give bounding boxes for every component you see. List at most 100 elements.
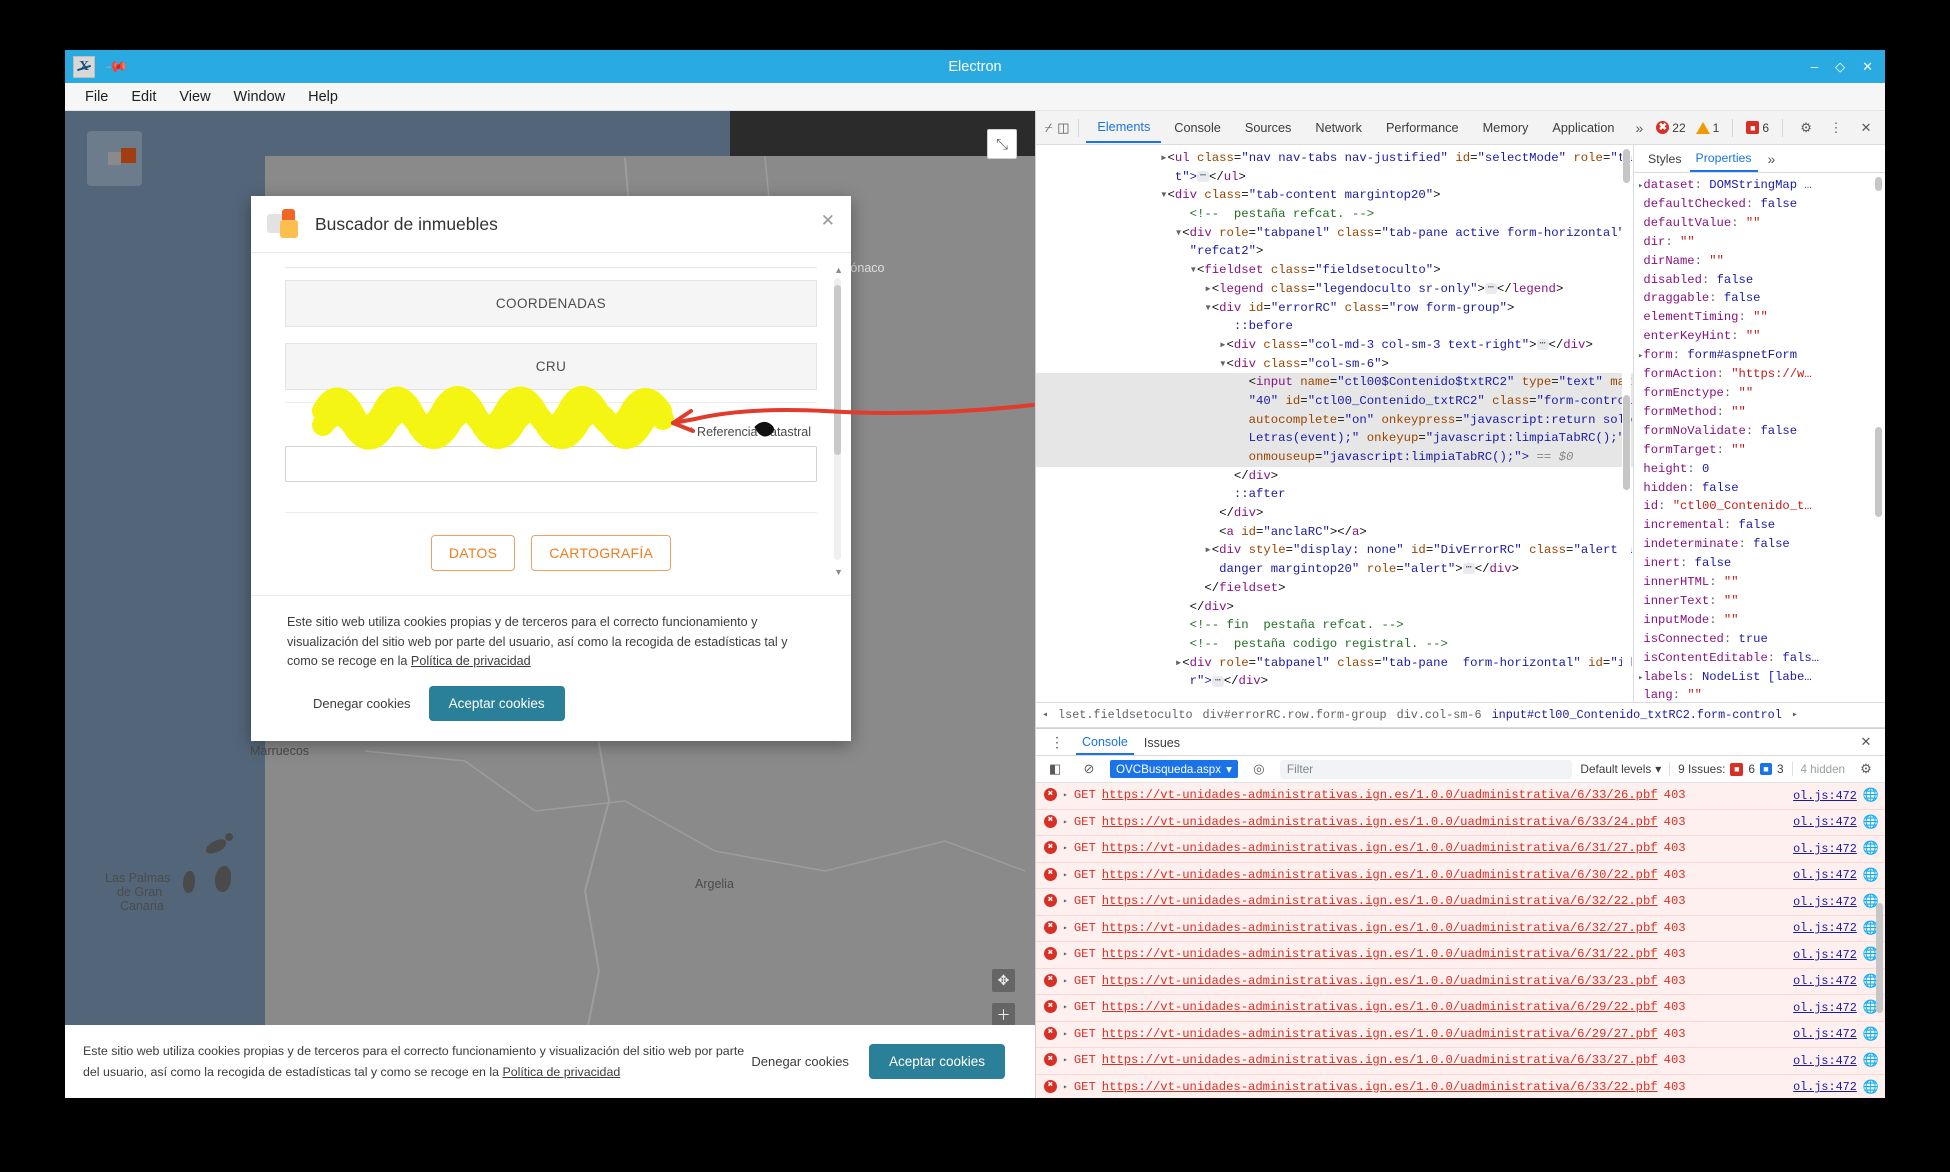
error-badge[interactable]: ✖ 22 bbox=[1653, 121, 1688, 135]
cartografia-button[interactable]: CARTOGRAFÍA bbox=[531, 535, 672, 571]
source-link[interactable]: ol.js:472 bbox=[1783, 973, 1857, 991]
property-row[interactable]: ▸isContentEditable: fals… bbox=[1638, 649, 1885, 668]
expand-triangle-icon[interactable]: ▸ bbox=[1063, 790, 1068, 802]
property-row[interactable]: ▸elementTiming: "" bbox=[1638, 308, 1885, 327]
property-row[interactable]: ▸form: form#aspnetForm bbox=[1638, 346, 1885, 365]
console-network-error[interactable]: ✖ ▸ GET https://vt-unidades-administrativas… bbox=[1036, 889, 1885, 916]
console-issues-summary[interactable]: 9 Issues: ■ 6 ■ 3 bbox=[1669, 762, 1793, 776]
console-network-error[interactable]: ✖ ▸ GET https://vt-unidades-administrativas… bbox=[1036, 942, 1885, 969]
tab-memory[interactable]: Memory bbox=[1472, 113, 1540, 142]
dom-breadcrumb[interactable]: ◂ lset.fieldsetoculto div#errorRC.row.form… bbox=[1036, 702, 1885, 728]
console-network-error[interactable]: ✖ ▸ GET https://vt-unidades-administrativas… bbox=[1036, 1048, 1885, 1075]
source-link[interactable]: ol.js:472 bbox=[1783, 867, 1857, 885]
console-network-error[interactable]: ✖ ▸ GET https://vt-unidades-administrativas… bbox=[1036, 915, 1885, 942]
gear-icon[interactable]: ⚙ bbox=[1793, 115, 1819, 141]
request-url[interactable]: https://vt-unidades-administrativas.ign.… bbox=[1102, 1025, 1658, 1043]
request-url[interactable]: https://vt-unidades-administrativas.ign.… bbox=[1102, 998, 1658, 1016]
request-url[interactable]: https://vt-unidades-administrativas.ign.… bbox=[1102, 839, 1658, 857]
property-row[interactable]: ▸enterKeyHint: "" bbox=[1638, 327, 1885, 346]
message-badge[interactable]: ■ 6 bbox=[1743, 121, 1772, 135]
dom-node-selected[interactable]: onmouseup="javascript:limpiaTabRC();"> =… bbox=[1036, 448, 1633, 467]
source-link[interactable]: ol.js:472 bbox=[1783, 1079, 1857, 1097]
console-context-selector[interactable]: OVCBusqueda.aspx ▾ bbox=[1110, 760, 1238, 778]
tab-performance[interactable]: Performance bbox=[1375, 113, 1470, 142]
source-link[interactable]: ol.js:472 bbox=[1783, 920, 1857, 938]
dom-node[interactable]: </div> bbox=[1036, 504, 1633, 523]
property-row[interactable]: ▸isConnected: true bbox=[1638, 630, 1885, 649]
property-row[interactable]: ▸innerText: "" bbox=[1638, 592, 1885, 611]
pin-icon[interactable]: 📌 bbox=[103, 54, 129, 79]
console-levels-selector[interactable]: Default levels ▾ bbox=[1580, 762, 1661, 776]
drawer-tab-console[interactable]: Console bbox=[1076, 729, 1134, 755]
expand-triangle-icon[interactable]: ▸ bbox=[1063, 1055, 1068, 1067]
source-link[interactable]: ol.js:472 bbox=[1783, 894, 1857, 912]
console-network-error[interactable]: ✖ ▸ GET https://vt-unidades-administrativas… bbox=[1036, 995, 1885, 1022]
source-link[interactable]: ol.js:472 bbox=[1783, 947, 1857, 965]
dom-node-selected[interactable]: autocomplete="on" onkeypress="javascript… bbox=[1036, 410, 1633, 430]
request-url[interactable]: https://vt-unidades-administrativas.ign.… bbox=[1102, 866, 1658, 884]
source-link[interactable]: ol.js:472 bbox=[1783, 1000, 1857, 1018]
property-row[interactable]: ▸incremental: false bbox=[1638, 516, 1885, 535]
tab-elements[interactable]: Elements bbox=[1086, 112, 1162, 143]
menu-view[interactable]: View bbox=[169, 86, 220, 108]
property-row[interactable]: ▸formAction: "https://w… bbox=[1638, 365, 1885, 384]
breadcrumb-item[interactable]: lset.fieldsetoculto bbox=[1058, 708, 1193, 722]
tab-application[interactable]: Application bbox=[1541, 113, 1625, 142]
dom-node[interactable]: ▾<div class="tab-content margintop20"> bbox=[1036, 186, 1633, 205]
network-globe-icon[interactable]: 🌐 bbox=[1863, 786, 1879, 806]
console-network-error[interactable]: ✖ ▸ GET https://vt-unidades-administrativas… bbox=[1036, 836, 1885, 863]
expand-triangle-icon[interactable]: ▸ bbox=[1063, 923, 1068, 935]
minimize-button[interactable]: – bbox=[1811, 59, 1818, 75]
device-toolbar-icon[interactable]: ◫ bbox=[1057, 115, 1070, 141]
tab-styles[interactable]: Styles bbox=[1642, 146, 1688, 171]
expand-triangle-icon[interactable]: ▸ bbox=[1063, 896, 1068, 908]
property-row[interactable]: ▸labels: NodeList [labe… bbox=[1638, 668, 1885, 687]
close-button[interactable]: ✕ bbox=[1862, 59, 1873, 75]
network-globe-icon[interactable]: 🌐 bbox=[1863, 813, 1879, 833]
console-network-error[interactable]: ✖ ▸ GET https://vt-unidades-administrativas… bbox=[1036, 809, 1885, 836]
expand-triangle-icon[interactable]: ▸ bbox=[1063, 949, 1068, 961]
dom-node[interactable]: ▸<div role="tabpanel" class="tab-pane fo… bbox=[1036, 654, 1633, 673]
property-row[interactable]: ▸formEnctype: "" bbox=[1638, 384, 1885, 403]
property-row[interactable]: ▸id: "ctl00_Contenido_t… bbox=[1638, 497, 1885, 516]
dom-node[interactable]: ▾<div class="col-sm-6"> bbox=[1036, 355, 1633, 374]
property-row[interactable]: ▸defaultValue: "" bbox=[1638, 214, 1885, 233]
dom-node[interactable]: "refcat2"> bbox=[1036, 242, 1633, 261]
dom-scrollbar[interactable] bbox=[1622, 149, 1631, 698]
map-pan-control[interactable]: ✥ bbox=[992, 969, 1015, 992]
property-row[interactable]: ▸hidden: false bbox=[1638, 479, 1885, 498]
tab-sources[interactable]: Sources bbox=[1234, 113, 1303, 142]
request-url[interactable]: https://vt-unidades-administrativas.ign.… bbox=[1102, 813, 1658, 831]
live-expression-icon[interactable]: ◎ bbox=[1246, 756, 1272, 782]
property-row[interactable]: ▸dataset: DOMStringMap … bbox=[1638, 176, 1885, 195]
expand-triangle-icon[interactable]: ▸ bbox=[1063, 843, 1068, 855]
dialog-scrollbar-thumb[interactable] bbox=[834, 285, 841, 455]
more-tabs-icon[interactable]: » bbox=[1627, 120, 1651, 136]
breadcrumb-next-icon[interactable]: ▸ bbox=[1792, 709, 1798, 721]
dom-node[interactable]: danger margintop20" role="alert"> ⋯ </div> bbox=[1036, 560, 1633, 579]
property-row[interactable]: ▸inert: false bbox=[1638, 554, 1885, 573]
expand-triangle-icon[interactable]: ▸ bbox=[1063, 1082, 1068, 1094]
network-globe-icon[interactable]: 🌐 bbox=[1863, 1051, 1879, 1071]
properties-more-icon[interactable]: » bbox=[1760, 151, 1784, 167]
properties-scrollbar[interactable] bbox=[1874, 177, 1883, 698]
source-link[interactable]: ol.js:472 bbox=[1783, 1053, 1857, 1071]
dom-node[interactable]: </fieldset> bbox=[1036, 579, 1633, 598]
dom-tree[interactable]: ▸<ul class="nav nav-tabs nav-justified" … bbox=[1036, 145, 1633, 702]
console-scrollbar[interactable] bbox=[1876, 903, 1883, 1013]
dom-node[interactable]: <!-- pestaña refcat. --> bbox=[1036, 205, 1633, 224]
deny-cookies-button[interactable]: Denegar cookies bbox=[307, 695, 417, 712]
menu-help[interactable]: Help bbox=[298, 86, 348, 108]
dom-node[interactable]: <!-- fin pestaña refcat. --> bbox=[1036, 616, 1633, 635]
console-sidebar-icon[interactable]: ◧ bbox=[1042, 756, 1068, 782]
scroll-down-arrow[interactable]: ▼ bbox=[834, 567, 843, 577]
property-row[interactable]: ▸innerHTML: "" bbox=[1638, 573, 1885, 592]
property-row[interactable]: ▸height: 0 bbox=[1638, 460, 1885, 479]
network-globe-icon[interactable]: 🌐 bbox=[1863, 839, 1879, 859]
dom-node[interactable]: ::before bbox=[1036, 317, 1633, 336]
property-row[interactable]: ▸dirName: "" bbox=[1638, 252, 1885, 271]
dom-node[interactable]: ▸<div style="display: none" id="DivError… bbox=[1036, 541, 1633, 560]
console-settings-icon[interactable]: ⚙ bbox=[1853, 756, 1879, 782]
dom-node[interactable]: ▸<ul class="nav nav-tabs nav-justified" … bbox=[1036, 149, 1633, 168]
page-accept-cookies-button[interactable]: Aceptar cookies bbox=[868, 1044, 1005, 1079]
